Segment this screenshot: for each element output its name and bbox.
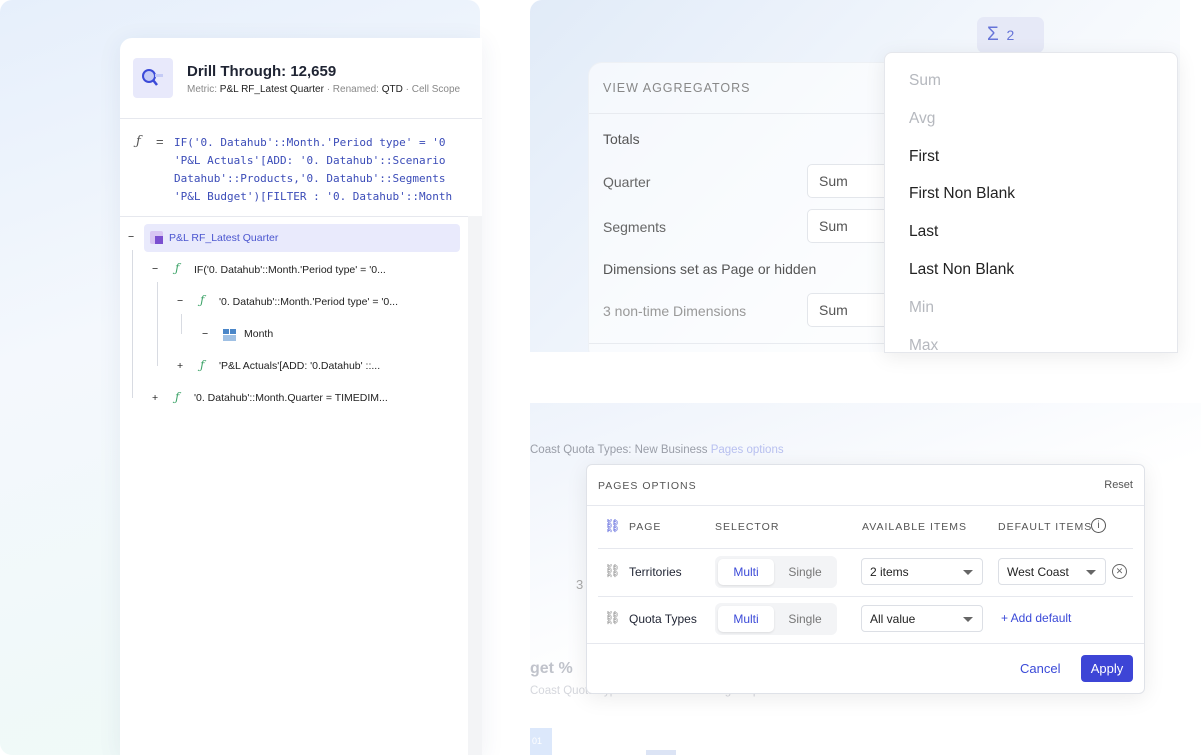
quarter-label: Quarter — [603, 174, 651, 190]
link-icon: ⛓ — [604, 610, 621, 625]
function-icon: ƒ — [136, 134, 141, 149]
tree-item-label[interactable]: IF('0. Datahub'::Month.'Period type' = '… — [194, 264, 386, 276]
dimension-icon — [223, 328, 236, 341]
reset-button[interactable]: Reset — [1104, 479, 1133, 491]
col-header-default: DEFAULT ITEMS — [998, 521, 1093, 533]
dims-heading: Dimensions set as Page or hidden — [603, 261, 817, 277]
aggregator-option[interactable]: Max — [909, 337, 938, 355]
col-header-available: AVAILABLE ITEMS — [862, 521, 968, 533]
collapse-toggle[interactable]: − — [177, 295, 183, 307]
aggregator-option[interactable]: Sum — [909, 72, 941, 90]
drill-through-panel: Drill Through: 12,659 Metric: P&L RF_Lat… — [120, 38, 482, 755]
dialog-title: PAGES OPTIONS — [598, 480, 697, 492]
collapse-toggle[interactable]: − — [128, 231, 134, 243]
function-icon: ƒ — [175, 261, 180, 275]
multi-option[interactable]: Multi — [718, 559, 774, 585]
tree-item-label[interactable]: '0. Datahub'::Month.Quarter = TIMEDIM... — [194, 392, 388, 404]
aggregator-option[interactable]: Last Non Blank — [909, 261, 1014, 279]
panel-heading: VIEW AGGREGATORS — [603, 81, 751, 95]
dims-label: 3 non-time Dimensions — [603, 303, 747, 319]
segments-label: Segments — [603, 219, 667, 235]
tree-item-label: P&L RF_Latest Quarter — [169, 232, 279, 244]
panel-meta: Metric: P&L RF_Latest Quarter · Renamed:… — [187, 84, 461, 95]
multi-option[interactable]: Multi — [718, 606, 774, 632]
function-icon: ƒ — [175, 390, 180, 404]
collapse-toggle[interactable]: − — [152, 263, 158, 275]
col-header-page: PAGE — [629, 521, 662, 533]
link-icon: ⛓ — [604, 518, 621, 533]
pages-options-dialog: PAGES OPTIONS Reset ⛓ PAGE SELECTOR AVAI… — [586, 464, 1145, 694]
divider — [120, 118, 482, 119]
expand-toggle[interactable]: + — [177, 360, 183, 372]
equals-sign: = — [156, 134, 164, 149]
drill-search-icon — [133, 58, 173, 98]
available-items-select[interactable]: All value — [861, 605, 983, 632]
bg-cell: 3 — [576, 577, 584, 592]
function-icon: ƒ — [200, 358, 205, 372]
tree-item-label[interactable]: 'P&L Actuals'[ADD: '0.Datahub' ::... — [219, 360, 380, 372]
aggregator-option[interactable]: First Non Blank — [909, 185, 1015, 203]
aggregator-dropdown: Sum Avg First First Non Blank Last Last Non B… — [884, 52, 1178, 355]
link-icon: ⛓ — [604, 563, 621, 578]
page-name: Territories — [629, 565, 682, 579]
tree-item-label[interactable]: Month — [244, 328, 273, 340]
aggregator-option[interactable]: First — [909, 148, 939, 166]
aggregator-option[interactable]: Avg — [909, 110, 935, 128]
col-header-selector: SELECTOR — [715, 521, 780, 533]
apply-button[interactable]: Apply — [1081, 655, 1133, 682]
available-items-select[interactable]: 2 items — [861, 558, 983, 585]
add-default-button[interactable]: + Add default — [1001, 611, 1071, 625]
tree-item-label[interactable]: '0. Datahub'::Month.'Period type' = '0..… — [219, 296, 398, 308]
bg-heading: get % — [530, 660, 573, 677]
info-icon[interactable]: i — [1091, 518, 1106, 533]
totals-heading: Totals — [603, 131, 640, 147]
expand-toggle[interactable]: + — [152, 392, 158, 404]
panel-title: Drill Through: 12,659 — [187, 63, 337, 80]
sigma-icon: Σ — [987, 24, 999, 45]
clear-icon[interactable]: ✕ — [1112, 564, 1127, 579]
bg-cell: 01 — [530, 728, 552, 755]
default-items-select[interactable]: West Coast — [998, 558, 1106, 585]
formula-text: IF('0. Datahub'::Month.'Period type' = '… — [174, 136, 453, 203]
breadcrumb: Coast Quota Types: New Business Pages op… — [530, 444, 784, 456]
single-option[interactable]: Single — [777, 606, 833, 632]
cancel-button[interactable]: Cancel — [1020, 661, 1060, 676]
divider — [120, 216, 482, 217]
collapse-toggle[interactable]: − — [202, 328, 208, 340]
function-icon: ƒ — [200, 293, 205, 307]
selector-toggle: Multi Single — [715, 603, 837, 635]
single-option[interactable]: Single — [777, 559, 833, 585]
aggregator-count: 2 — [1006, 27, 1015, 43]
scrollbar[interactable] — [468, 216, 482, 755]
aggregator-option[interactable]: Min — [909, 299, 934, 317]
aggregator-button[interactable]: Σ 2 — [977, 17, 1044, 53]
aggregator-option[interactable]: Last — [909, 223, 938, 241]
metric-icon — [150, 231, 163, 244]
page-name: Quota Types — [629, 612, 697, 626]
selector-toggle: Multi Single — [715, 556, 837, 588]
